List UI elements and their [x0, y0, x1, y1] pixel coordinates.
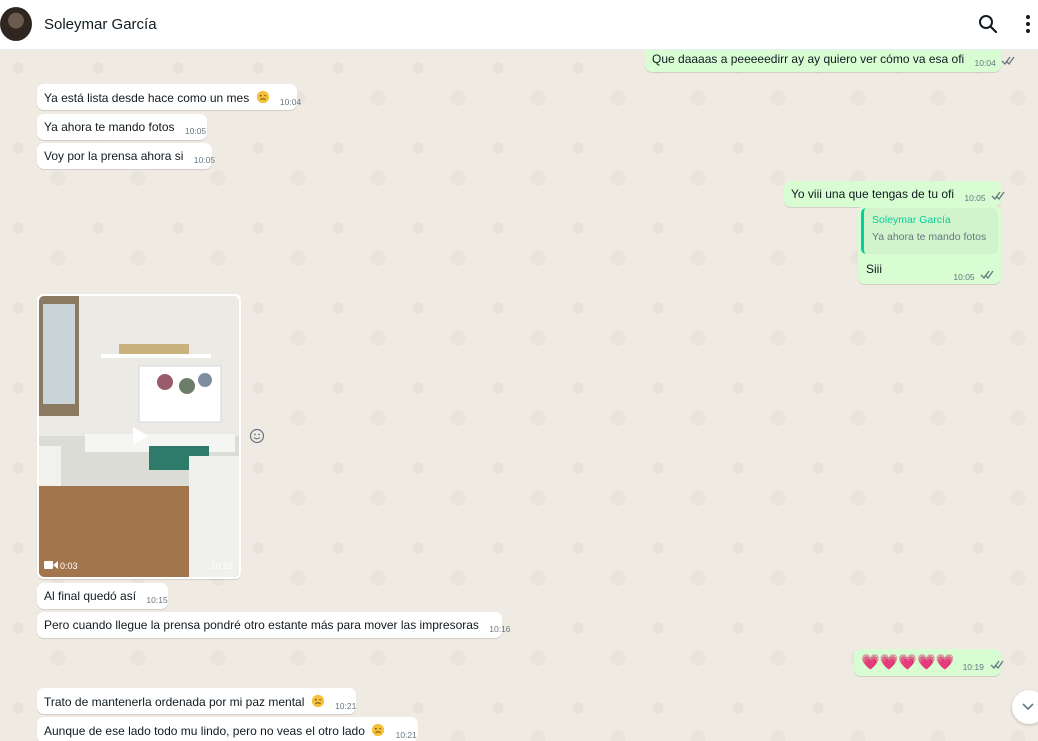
- message-incoming[interactable]: Al final quedó así 10:15: [37, 583, 168, 609]
- message-time: 10:21: [335, 701, 357, 711]
- message-text: Voy por la prensa ahora si: [44, 149, 184, 163]
- message-outgoing[interactable]: 💗💗💗💗💗 10:19: [854, 649, 1004, 676]
- message-text: Ya está lista desde hace como un mes: [44, 91, 250, 105]
- message-time: 10:05: [953, 272, 975, 282]
- double-check-icon: [990, 660, 1004, 669]
- woozy-face-emoji-icon: [372, 723, 385, 737]
- message-time: 10:15: [146, 595, 168, 605]
- contact-name[interactable]: Soleymar García: [44, 16, 157, 33]
- message-text: Trato de mantenerla ordenada por mi paz …: [44, 695, 305, 709]
- message-time: 10:05: [964, 193, 986, 203]
- search-icon[interactable]: [976, 12, 1000, 36]
- message-text: Aunque de ese lado todo mu lindo, pero n…: [44, 724, 365, 738]
- message-incoming[interactable]: Aunque de ese lado todo mu lindo, pero n…: [37, 717, 418, 741]
- message-text: Al final quedó así: [44, 589, 137, 603]
- reply-text-row: Siii 10:05: [866, 262, 998, 282]
- message-outgoing[interactable]: Que daaaas a peeeeedirr ay ay quiero ver…: [645, 50, 1015, 72]
- video-camera-icon: [44, 561, 58, 569]
- play-icon[interactable]: [125, 422, 153, 450]
- message-time: 10:04: [974, 58, 996, 68]
- message-incoming[interactable]: Ya está lista desde hace como un mes 10:…: [37, 84, 301, 110]
- message-incoming[interactable]: Voy por la prensa ahora si 10:05: [37, 143, 216, 169]
- video-thumbnail[interactable]: 0:03 10:15: [39, 296, 239, 577]
- message-text: Pero cuando llegue la prensa pondré otro…: [44, 618, 479, 632]
- quoted-author: Soleymar García: [872, 214, 951, 226]
- message-time: 10:05: [184, 126, 207, 136]
- message-time: 10:15: [210, 561, 233, 571]
- contact-avatar[interactable]: [0, 7, 32, 41]
- message-text: Yo viii una que tengas de tu ofi: [791, 187, 955, 201]
- message-incoming[interactable]: Pero cuando llegue la prensa pondré otro…: [37, 612, 511, 638]
- woozy-face-emoji-icon: [311, 694, 324, 708]
- chevron-down-icon: [1022, 703, 1034, 711]
- message-time: 10:05: [193, 155, 216, 165]
- quoted-message[interactable]: Soleymar García Ya ahora te mando fotos: [861, 208, 998, 254]
- message-time: 10:04: [279, 97, 302, 107]
- kebab-menu-icon[interactable]: [1016, 12, 1038, 36]
- reaction-emoji-icon[interactable]: [249, 428, 265, 444]
- message-text: Siii: [866, 262, 883, 276]
- video-message[interactable]: 0:03 10:15: [37, 294, 241, 579]
- woozy-face-emoji-icon: [256, 90, 269, 104]
- message-time: 10:21: [395, 730, 417, 740]
- message-time: 10:16: [489, 624, 511, 634]
- message-outgoing[interactable]: Yo viii una que tengas de tu ofi 10:05: [784, 181, 1005, 207]
- message-text: 💗💗💗💗💗: [861, 654, 955, 671]
- message-text: Ya ahora te mando fotos: [44, 120, 175, 134]
- message-time: 10:19: [962, 662, 984, 672]
- double-check-icon: [1001, 56, 1015, 65]
- quoted-text: Ya ahora te mando fotos: [872, 231, 987, 243]
- message-text: Que daaaas a peeeeedirr ay ay quiero ver…: [652, 52, 965, 66]
- double-check-icon: [991, 191, 1005, 200]
- message-incoming[interactable]: Ya ahora te mando fotos 10:05: [37, 114, 207, 140]
- double-check-icon: [980, 270, 994, 279]
- message-list[interactable]: Que daaaas a peeeeedirr ay ay quiero ver…: [0, 50, 1038, 741]
- chat-header: Soleymar García: [0, 0, 1038, 50]
- message-incoming[interactable]: Trato de mantenerla ordenada por mi paz …: [37, 688, 356, 714]
- scroll-to-bottom-button[interactable]: [1012, 690, 1038, 724]
- video-duration: 0:03: [60, 561, 78, 571]
